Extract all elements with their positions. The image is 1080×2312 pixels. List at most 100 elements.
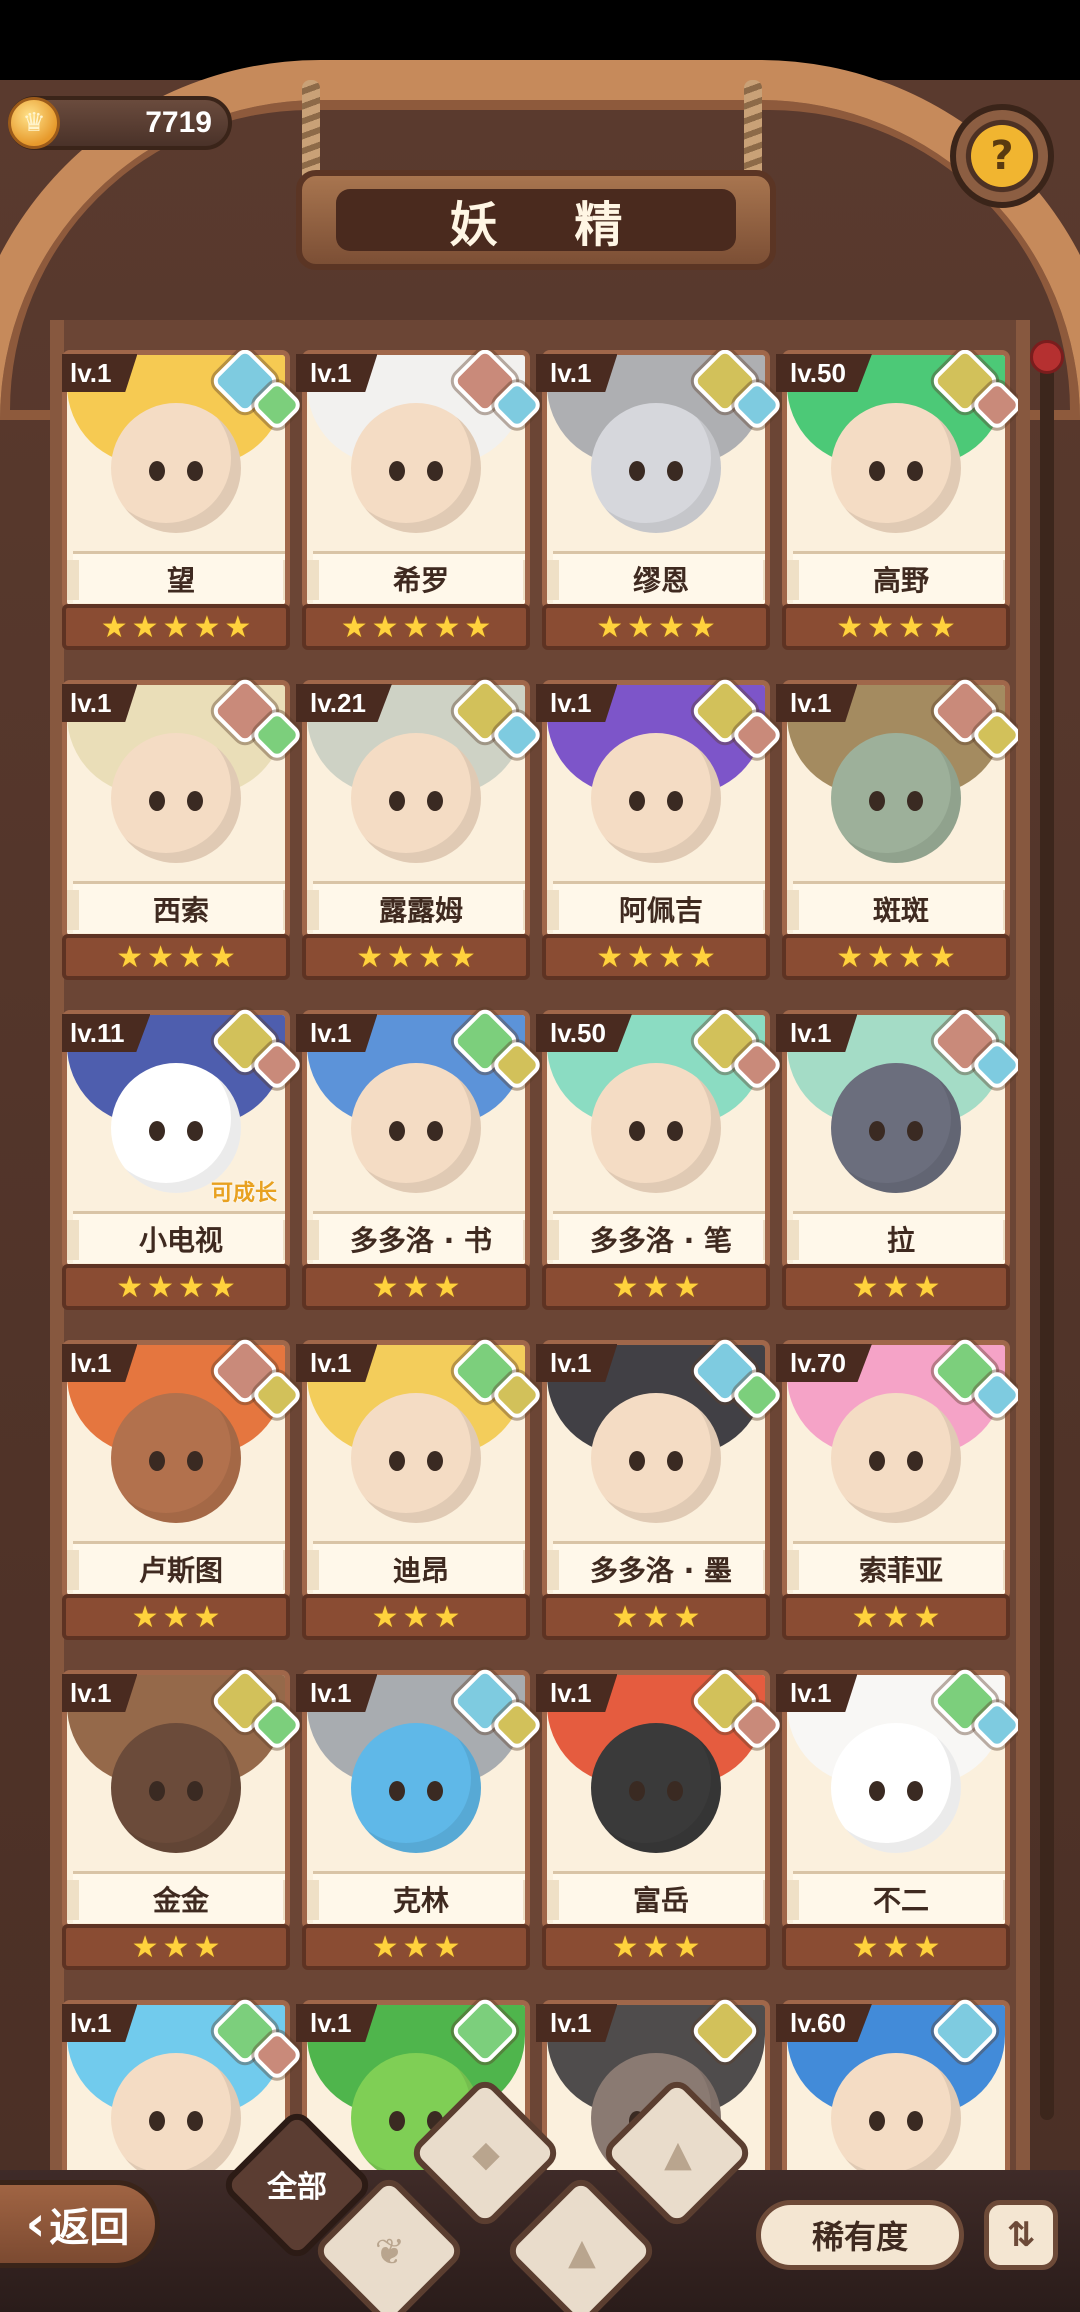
- star-icon: ★: [193, 1599, 221, 1635]
- fairy-card[interactable]: 希罗 lv.1 ★ ★ ★ ★ ★: [296, 350, 544, 650]
- level-tag: lv.1: [536, 2004, 618, 2042]
- character-face: [111, 1063, 241, 1193]
- fairy-card[interactable]: 富岳 lv.1 ★ ★ ★: [536, 1665, 784, 1970]
- fairy-card[interactable]: 可成长 小电视 lv.11 ★ ★ ★ ★: [62, 1005, 304, 1310]
- star-icon: ★: [928, 939, 956, 975]
- star-icon: ★: [882, 1929, 910, 1965]
- help-button[interactable]: ?: [950, 104, 1054, 208]
- star-icon: ★: [433, 1929, 461, 1965]
- fairy-card[interactable]: 阿佩吉 lv.1 ★ ★ ★ ★: [536, 675, 784, 980]
- sort-rarity-button[interactable]: 稀有度: [756, 2200, 964, 2270]
- fairy-card[interactable]: 金金 lv.1 ★ ★ ★: [62, 1665, 304, 1970]
- fairy-name: 卢斯图: [67, 1541, 285, 1593]
- star-icon: ★: [627, 609, 654, 645]
- level-tag: lv.1: [536, 684, 618, 722]
- star-rating: ★ ★ ★ ★ ★: [302, 604, 530, 650]
- star-icon: ★: [387, 939, 414, 975]
- fairy-card[interactable]: 西索 lv.1 ★ ★ ★ ★: [62, 675, 304, 980]
- level-tag: lv.1: [536, 1674, 618, 1712]
- star-icon: ★: [356, 939, 384, 975]
- scroll-thumb[interactable]: [1030, 340, 1064, 374]
- coin-icon: ♛: [8, 97, 60, 149]
- level-tag: lv.1: [62, 1344, 138, 1382]
- star-icon: ★: [340, 609, 368, 645]
- fairy-name: 富岳: [547, 1871, 765, 1923]
- star-icon: ★: [627, 939, 654, 975]
- star-icon: ★: [178, 1269, 205, 1305]
- fairy-card[interactable]: 多多洛 · 笔 lv.50 ★ ★ ★: [536, 1005, 784, 1310]
- star-icon: ★: [402, 1599, 430, 1635]
- fairy-card[interactable]: lv.60: [776, 1995, 1010, 2180]
- star-icon: ★: [658, 609, 685, 645]
- character-face: [351, 1063, 481, 1193]
- character-face: [351, 403, 481, 533]
- fairy-name: 金金: [67, 1871, 285, 1923]
- currency-display: ♛ 7719: [8, 96, 232, 150]
- fairy-card[interactable]: 迪昂 lv.1 ★ ★ ★: [296, 1335, 544, 1640]
- back-button[interactable]: ‹ 返回: [0, 2180, 160, 2268]
- fairy-card[interactable]: 高野 lv.50 ★ ★ ★ ★: [776, 350, 1018, 650]
- star-icon: ★: [882, 1269, 910, 1305]
- character-face: [351, 1723, 481, 1853]
- star-icon: ★: [162, 1599, 190, 1635]
- star-icon: ★: [611, 1599, 639, 1635]
- star-icon: ★: [418, 939, 445, 975]
- fairy-card[interactable]: 索菲亚 lv.70 ★ ★ ★: [776, 1335, 1018, 1640]
- level-tag: lv.1: [62, 1674, 138, 1712]
- star-rating: ★ ★ ★: [542, 1264, 770, 1310]
- star-icon: ★: [371, 1929, 399, 1965]
- star-icon: ★: [851, 1929, 879, 1965]
- back-label: 返回: [49, 2205, 130, 2251]
- star-icon: ★: [596, 939, 624, 975]
- scrollbar[interactable]: [1030, 340, 1064, 2120]
- character-face: [591, 1063, 721, 1193]
- fairy-card[interactable]: 不二 lv.1 ★ ★ ★: [776, 1665, 1018, 1970]
- character-face: [351, 1393, 481, 1523]
- star-icon: ★: [147, 939, 174, 975]
- star-rating: ★ ★ ★ ★: [62, 934, 290, 980]
- fairy-card[interactable]: 多多洛 · 墨 lv.1 ★ ★ ★: [536, 1335, 784, 1640]
- star-rating: ★ ★ ★ ★: [542, 604, 770, 650]
- star-icon: ★: [611, 1929, 639, 1965]
- page-title: 妖 精: [336, 189, 736, 253]
- fairy-name: 露露姆: [307, 881, 525, 933]
- star-icon: ★: [642, 1269, 670, 1305]
- level-tag: lv.50: [776, 354, 872, 392]
- currency-value: 7719: [145, 106, 212, 139]
- star-icon: ★: [208, 939, 236, 975]
- star-icon: ★: [898, 939, 925, 975]
- star-rating: ★ ★ ★ ★: [542, 934, 770, 980]
- star-icon: ★: [867, 939, 894, 975]
- water-drop-icon: ◆: [472, 2133, 500, 2175]
- level-tag: lv.1: [776, 684, 858, 722]
- star-rating: ★ ★ ★ ★ ★: [62, 604, 290, 650]
- star-icon: ★: [913, 1929, 941, 1965]
- fairy-name: 多多洛 · 书: [307, 1211, 525, 1263]
- fairy-name: 希罗: [307, 551, 525, 603]
- fairy-card[interactable]: 多多洛 · 书 lv.1 ★ ★ ★: [296, 1005, 544, 1310]
- star-icon: ★: [611, 1269, 639, 1305]
- star-icon: ★: [673, 1269, 701, 1305]
- level-tag: lv.1: [296, 1674, 378, 1712]
- fairy-card[interactable]: 克林 lv.1 ★ ★ ★: [296, 1665, 544, 1970]
- star-icon: ★: [371, 609, 399, 645]
- fairy-card[interactable]: 卢斯图 lv.1 ★ ★ ★: [62, 1335, 304, 1640]
- character-face: [831, 2053, 961, 2180]
- character-face: [591, 403, 721, 533]
- sort-order-icon[interactable]: ⇅: [984, 2200, 1058, 2270]
- star-rating: ★ ★ ★: [542, 1924, 770, 1970]
- fairy-card[interactable]: 拉 lv.1 ★ ★ ★: [776, 1005, 1018, 1310]
- fairy-card[interactable]: 斑斑 lv.1 ★ ★ ★ ★: [776, 675, 1018, 980]
- character-face: [111, 733, 241, 863]
- fairy-name: 多多洛 · 墨: [547, 1541, 765, 1593]
- star-icon: ★: [402, 609, 430, 645]
- star-icon: ★: [433, 1599, 461, 1635]
- fairy-name: 西索: [67, 881, 285, 933]
- fairy-card[interactable]: 缪恩 lv.1 ★ ★ ★ ★: [536, 350, 784, 650]
- level-tag: lv.1: [296, 2004, 378, 2042]
- fairy-name: 拉: [787, 1211, 1005, 1263]
- fairy-card[interactable]: 露露姆 lv.21 ★ ★ ★ ★: [296, 675, 544, 980]
- star-icon: ★: [208, 1269, 236, 1305]
- level-tag: lv.1: [62, 354, 138, 392]
- fairy-card[interactable]: 望 lv.1 ★ ★ ★ ★ ★: [62, 350, 304, 650]
